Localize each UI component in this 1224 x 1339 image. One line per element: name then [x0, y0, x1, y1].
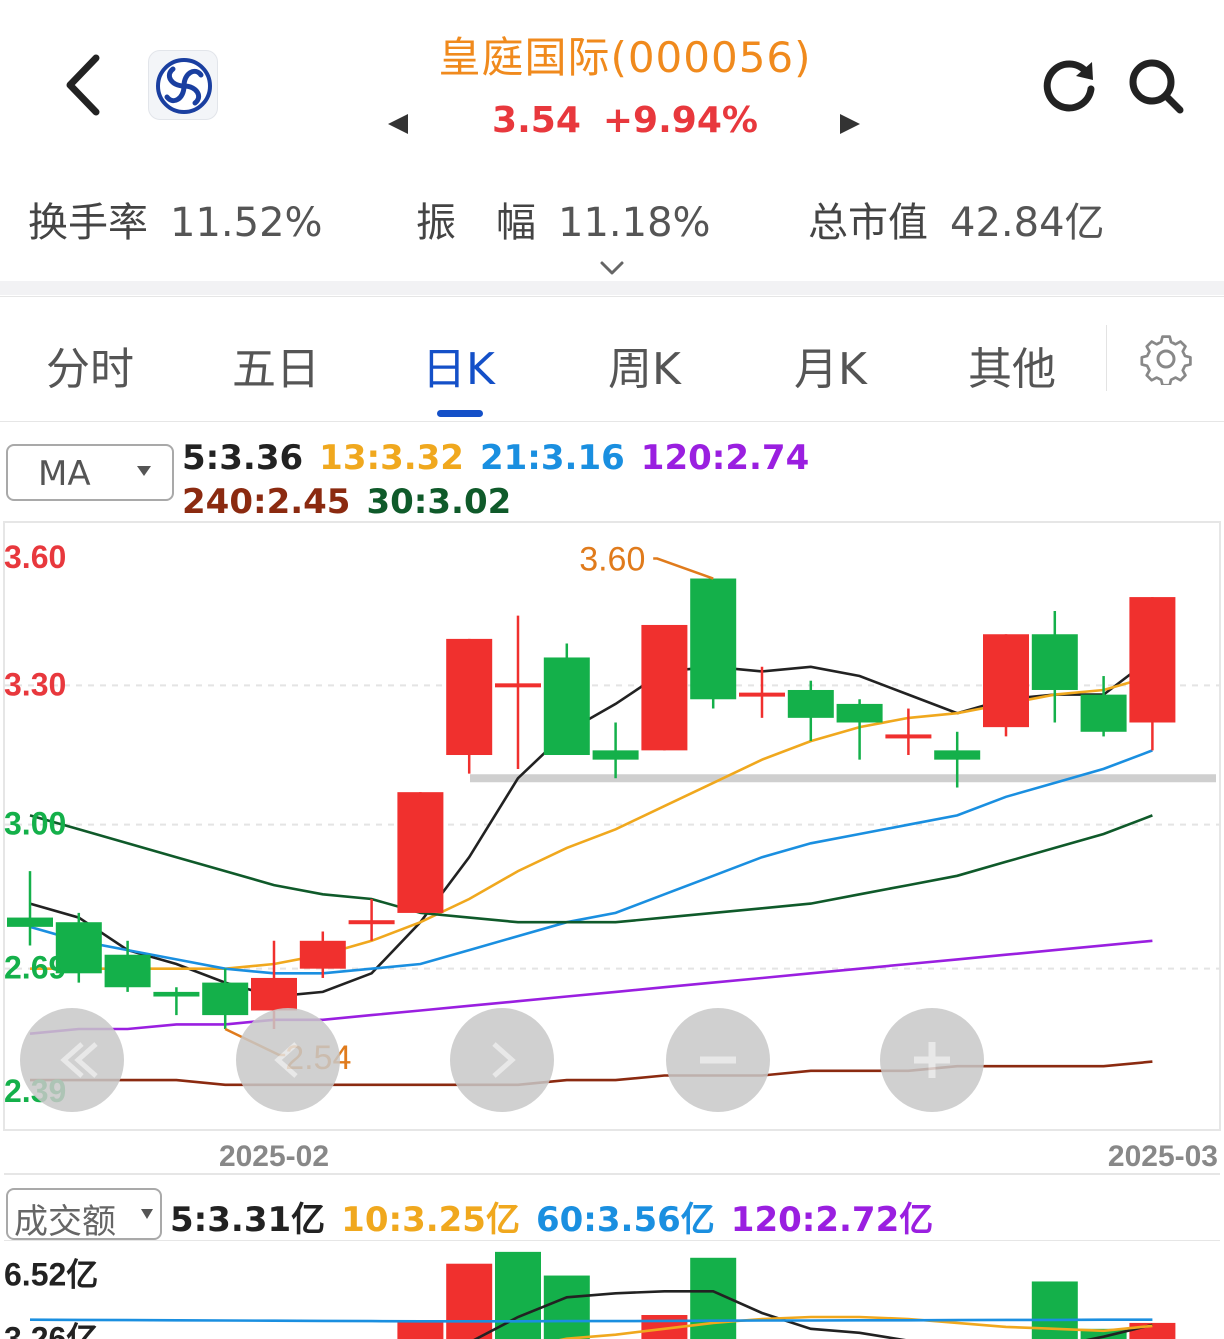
ma21-value: 21:3.16	[479, 438, 625, 478]
tab-intraday[interactable]: 分时	[46, 333, 134, 397]
ma-line-ma120	[29, 939, 1153, 1035]
candle	[592, 722, 639, 779]
y-axis-label: 3.60	[4, 539, 66, 575]
x-axis-label: 2025-02	[219, 1140, 329, 1173]
candle	[153, 987, 200, 1016]
search-icon[interactable]	[1126, 56, 1186, 116]
prev-stock-arrow-icon[interactable]	[386, 112, 410, 136]
tab-other[interactable]: 其他	[968, 333, 1056, 397]
caret-down-icon	[141, 1209, 153, 1219]
scroll-fast-left-button[interactable]	[20, 1008, 124, 1112]
market-cap-label: 总市值	[808, 200, 928, 246]
ma240-value: 240:2.45	[182, 482, 351, 522]
candle	[983, 634, 1029, 737]
turnover-label: 换手率	[28, 200, 148, 246]
refresh-icon[interactable]	[1040, 56, 1098, 114]
vol-ma60-value: 60:3.56亿	[535, 1200, 715, 1240]
volume-bar	[543, 1275, 590, 1339]
y-axis-label: 3.30	[4, 666, 66, 702]
amplitude-label: 振 幅	[416, 200, 536, 246]
ma120-value: 120:2.74	[640, 438, 810, 478]
volume-ma-values: 5:3.31亿 10:3.25亿 60:3.56亿 120:2.72亿	[170, 1192, 949, 1241]
turnover-value: 11.52%	[170, 200, 323, 246]
ma13-value: 13:3.32	[319, 438, 464, 478]
volume-indicator-select[interactable]: 成交额	[6, 1188, 162, 1242]
volume-ma-line-60	[29, 1318, 1153, 1323]
volume-bar	[446, 1263, 493, 1339]
ma-select-label: MA	[38, 454, 91, 494]
candle	[787, 680, 834, 742]
amplitude-value: 11.18%	[558, 200, 711, 246]
candle	[1031, 611, 1078, 723]
candlestick-chart[interactable]: 3.603.303.002.692.39 3.602.54 2025-02202…	[0, 520, 1224, 1180]
scroll-right-button[interactable]	[450, 1008, 554, 1112]
ma-line-ma30	[29, 814, 1153, 924]
next-stock-arrow-icon[interactable]	[838, 112, 862, 136]
amplitude-stat: 振 幅 11.18%	[416, 190, 711, 248]
pinwheel-logo-icon	[156, 58, 212, 114]
x-axis-label: 2025-03	[1108, 1140, 1218, 1173]
y-axis-label: 3.00	[4, 806, 66, 842]
high-annotation-leader	[653, 557, 714, 580]
candle	[397, 792, 444, 913]
ma-line-ma240	[30, 1060, 1153, 1087]
price-line: 3.54 +9.94%	[440, 100, 810, 141]
ma-indicator-select[interactable]: MA	[6, 444, 174, 501]
period-tabs: 分时 五日 日K 周K 月K 其他	[0, 296, 1224, 422]
ma5-value: 5:3.36	[182, 438, 304, 478]
tab-separator	[1106, 325, 1107, 391]
quote-stats: 换手率 11.52% 振 幅 11.18% 总市值 42.84亿	[0, 190, 1224, 250]
y-axis-label: 2.69	[4, 950, 66, 986]
back-arrow-icon[interactable]	[58, 52, 110, 118]
candle	[495, 615, 541, 769]
section-divider	[0, 281, 1224, 295]
caret-down-icon	[137, 466, 151, 476]
ma-values: 5:3.36 13:3.32 21:3.16 120:2.74 240:2.45 30:…	[182, 436, 825, 524]
vol-ma5-value: 5:3.31亿	[170, 1200, 326, 1240]
vol-ma120-value: 120:2.72亿	[730, 1200, 934, 1240]
candle	[641, 624, 688, 751]
scroll-left-button[interactable]	[236, 1008, 340, 1112]
tab-weekly-k[interactable]: 周K	[608, 333, 681, 397]
chart-nav-buttons	[20, 1008, 984, 1112]
candle	[1129, 597, 1176, 751]
change-percent: +9.94%	[602, 100, 758, 141]
active-tab-indicator	[437, 410, 483, 417]
market-cap-stat: 总市值 42.84亿	[808, 190, 1105, 248]
zoom-in-button[interactable]	[880, 1008, 984, 1112]
candle	[836, 699, 883, 760]
volume-y-axis-label: 3.26亿	[4, 1321, 98, 1339]
company-logo[interactable]	[148, 50, 218, 120]
ma30-value: 30:3.02	[366, 482, 512, 522]
tab-daily-k[interactable]: 日K	[422, 333, 495, 397]
candle	[690, 578, 737, 709]
turnover-stat: 换手率 11.52%	[28, 190, 323, 248]
volume-chart[interactable]: 6.52亿 3.26亿	[0, 1240, 1224, 1339]
volume-bar	[397, 1320, 444, 1339]
stock-header: 皇庭国际(000056) 3.54 +9.94%	[0, 0, 1224, 160]
current-price: 3.54	[492, 100, 581, 141]
volume-select-label: 成交额	[14, 1202, 116, 1242]
candle	[104, 940, 151, 992]
zoom-out-button[interactable]	[666, 1008, 770, 1112]
candle	[446, 638, 493, 774]
ma-line-ma21	[29, 749, 1153, 975]
chevron-down-icon[interactable]	[598, 258, 626, 278]
candle	[739, 666, 785, 718]
tab-monthly-k[interactable]: 月K	[794, 333, 867, 397]
market-cap-value: 42.84亿	[950, 200, 1105, 246]
gear-icon[interactable]	[1140, 333, 1192, 385]
candle	[543, 643, 590, 756]
vol-ma10-value: 10:3.25亿	[341, 1200, 520, 1240]
tab-five-day[interactable]: 五日	[232, 333, 320, 397]
stock-title: 皇庭国际(000056)	[438, 33, 812, 82]
chart-frame	[3, 521, 1221, 1131]
high-annotation: 3.60	[579, 541, 645, 579]
volume-y-axis-label: 6.52亿	[4, 1256, 98, 1292]
volume-ma-line-5	[473, 1289, 1153, 1339]
